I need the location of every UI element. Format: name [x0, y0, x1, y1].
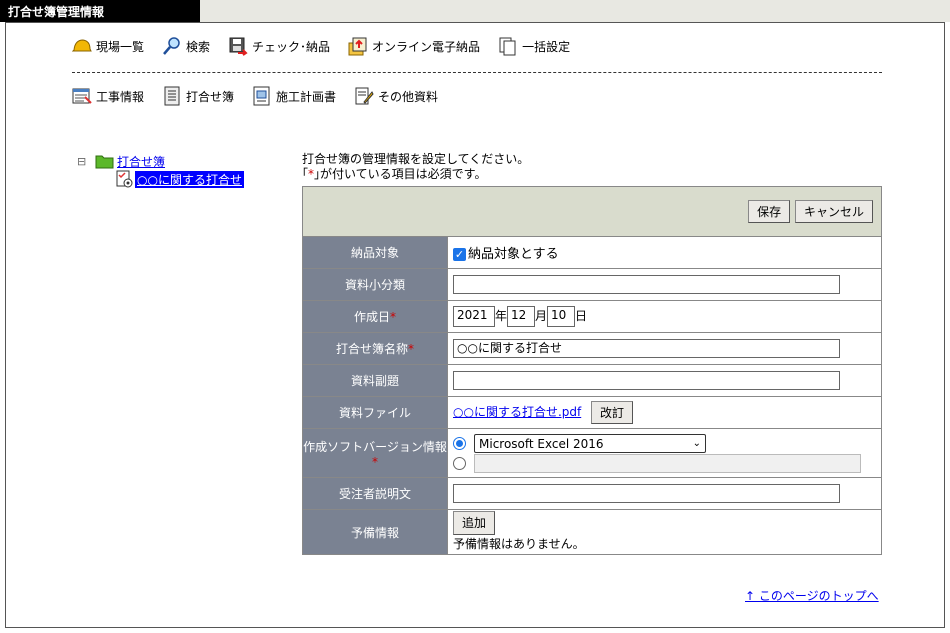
row-created-date: 作成日* 2021 年 12 月 10 日 [302, 300, 882, 333]
floppy-check-icon [228, 36, 248, 56]
description-input[interactable] [453, 484, 840, 503]
label-reserve: 予備情報 [302, 509, 448, 555]
nav-bulk-settings[interactable]: 一括設定 [498, 36, 570, 56]
reserve-empty-text: 予備情報はありません。 [453, 537, 585, 551]
row-delivery-target: 納品対象 ✓ 納品対象とする [302, 236, 882, 269]
nav-search[interactable]: 検索 [162, 36, 210, 56]
label-book-name: 打合せ簿名称* [302, 332, 448, 365]
label-delivery-target: 納品対象 [302, 236, 448, 269]
document-tree: ⊟ 打合せ簿 ○○に関する打合せ [77, 152, 244, 188]
save-button[interactable]: 保存 [748, 200, 791, 223]
day-input[interactable]: 10 [547, 306, 576, 327]
delivery-target-checkbox-label: 納品対象とする [468, 247, 559, 262]
instructions: 打合せ簿の管理情報を設定してください。 ｢*｣が付いている項目は必須です。 [302, 152, 529, 182]
tree-root: ⊟ 打合せ簿 [77, 152, 244, 170]
required-mark: * [390, 310, 396, 324]
software-radio-select[interactable] [453, 437, 466, 450]
instruction-line-2: ｢*｣が付いている項目は必須です。 [302, 167, 487, 181]
nav-check-delivery[interactable]: チェック･納品 [228, 36, 330, 56]
chevron-down-icon: ⌄ [692, 437, 701, 449]
subtitle-input[interactable] [453, 371, 840, 390]
meeting-document-icon [115, 170, 135, 188]
software-select[interactable]: Microsoft Excel 2016 ⌄ [474, 434, 706, 453]
collapse-toggle-icon[interactable]: ⊟ [77, 155, 95, 168]
nav-primary: 現場一覧 検索 チェック･納品 オンライン電子納品 一括設定 [71, 36, 588, 56]
cancel-button[interactable]: キャンセル [794, 200, 873, 223]
revise-button[interactable]: 改訂 [591, 401, 634, 424]
label-subcategory: 資料小分類 [302, 268, 448, 301]
nav-construction-plan[interactable]: 施工計画書 [252, 86, 336, 106]
month-input[interactable]: 12 [507, 306, 536, 327]
online-delivery-icon [348, 36, 368, 56]
form-toolbar: 保存 キャンセル [302, 186, 882, 237]
documents-icon [498, 36, 518, 56]
nav-site-list[interactable]: 現場一覧 [71, 36, 144, 56]
other-document-icon [354, 86, 374, 106]
management-info-form: 保存 キャンセル 納品対象 ✓ 納品対象とする 資料小分類 作成日* 2021 年 1… [302, 186, 882, 555]
construction-info-icon [72, 86, 92, 106]
folder-icon [95, 153, 115, 169]
tree-child: ○○に関する打合せ [77, 170, 244, 188]
label-file: 資料ファイル [302, 396, 448, 429]
book-name-input[interactable]: ○○に関する打合せ [453, 339, 840, 358]
row-subcategory: 資料小分類 [302, 268, 882, 301]
magnifier-icon [162, 36, 182, 56]
nav-other-documents[interactable]: その他資料 [354, 86, 438, 106]
nav-construction-info[interactable]: 工事情報 [72, 86, 144, 106]
add-reserve-button[interactable]: 追加 [453, 511, 496, 535]
year-input[interactable]: 2021 [453, 306, 495, 327]
row-file: 資料ファイル ○○に関する打合せ.pdf 改訂 [302, 396, 882, 429]
nav-meeting-book[interactable]: 打合せ簿 [162, 86, 234, 106]
software-radio-other[interactable] [453, 457, 466, 470]
row-description: 受注者説明文 [302, 477, 882, 510]
file-link[interactable]: ○○に関する打合せ.pdf [453, 405, 581, 419]
subcategory-input[interactable] [453, 275, 840, 294]
row-reserve: 予備情報 追加 予備情報はありません。 [302, 509, 882, 555]
label-software: 作成ソフトバージョン情報* [302, 428, 448, 478]
required-mark: * [408, 342, 414, 356]
tree-root-link[interactable]: 打合せ簿 [117, 153, 165, 170]
page-top-link[interactable]: ↑ このページのトップへ [745, 587, 879, 604]
nav-divider [72, 72, 882, 73]
required-mark: * [372, 454, 378, 469]
software-other-input[interactable] [474, 454, 861, 473]
row-software: 作成ソフトバージョン情報* Microsoft Excel 2016 ⌄ [302, 428, 882, 478]
tree-child-selected[interactable]: ○○に関する打合せ [135, 170, 244, 188]
label-subtitle: 資料副題 [302, 364, 448, 397]
instruction-line-1: 打合せ簿の管理情報を設定してください。 [302, 152, 530, 166]
delivery-target-checkbox[interactable]: ✓ [453, 248, 466, 261]
helmet-icon [71, 36, 92, 56]
nav-online-delivery[interactable]: オンライン電子納品 [348, 36, 480, 56]
label-description: 受注者説明文 [302, 477, 448, 510]
row-subtitle: 資料副題 [302, 364, 882, 397]
window-title: 打合せ簿管理情報 [0, 0, 200, 22]
nav-secondary: 工事情報 打合せ簿 施工計画書 その他資料 [72, 86, 456, 106]
row-book-name: 打合せ簿名称* ○○に関する打合せ [302, 332, 882, 365]
meeting-book-icon [162, 86, 182, 106]
plan-document-icon [252, 86, 272, 106]
label-created-date: 作成日* [302, 300, 448, 333]
